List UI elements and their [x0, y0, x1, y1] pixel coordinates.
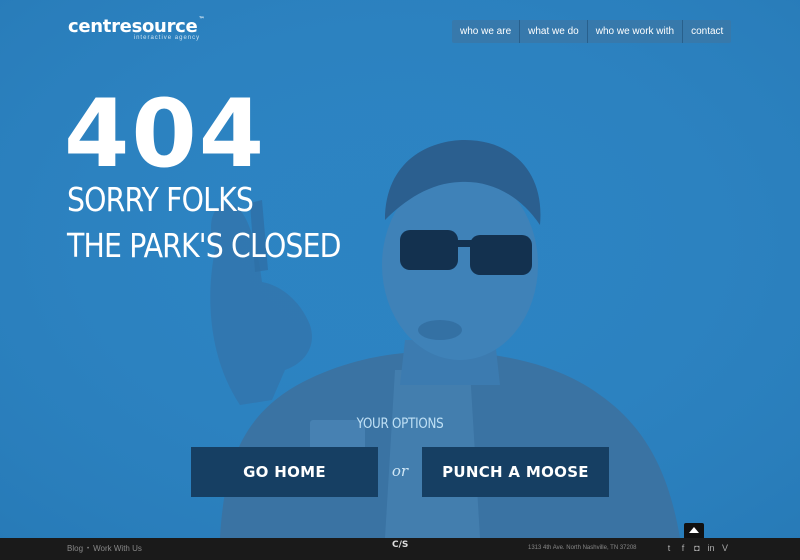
footer-link-work-with-us[interactable]: Work With Us: [93, 544, 142, 553]
error-headline-line2: THE PARK'S CLOSED: [67, 226, 342, 265]
footer-address: 1313 4th Ave. North Nashville, TN 37208: [528, 545, 637, 551]
error-code: 404: [64, 80, 267, 189]
twitter-icon[interactable]: t: [664, 543, 674, 553]
footer-link-blog[interactable]: Blog: [67, 544, 83, 553]
vimeo-icon[interactable]: V: [720, 543, 730, 553]
go-home-button[interactable]: GO HOME: [191, 447, 378, 497]
arrow-up-icon: [689, 527, 699, 533]
facebook-icon[interactable]: f: [678, 543, 688, 553]
nav-item-who-we-work-with[interactable]: who we work with: [588, 20, 684, 43]
or-separator: or: [391, 462, 409, 480]
error-headline-line1: SORRY FOLKS: [67, 180, 254, 219]
footer-links: Blog • Work With Us: [67, 544, 142, 553]
brand-logo[interactable]: centresource™ interactive agency: [68, 16, 204, 41]
social-links: t f ◘ in V: [664, 543, 730, 553]
trademark-symbol: ™: [198, 16, 205, 23]
punch-a-moose-button[interactable]: PUNCH A MOOSE: [422, 447, 609, 497]
nav-item-who-we-are[interactable]: who we are: [452, 20, 521, 43]
nav-item-contact[interactable]: contact: [683, 20, 731, 43]
footer-logo-mark[interactable]: C/S: [392, 541, 408, 550]
main-nav: who we are what we do who we work with c…: [452, 20, 732, 43]
back-to-top-button[interactable]: [684, 523, 704, 538]
nav-item-what-we-do[interactable]: what we do: [520, 20, 588, 43]
instagram-icon[interactable]: ◘: [692, 543, 702, 553]
footer: Blog • Work With Us C/S 1313 4th Ave. No…: [0, 538, 800, 560]
brand-name: centresource™: [68, 16, 205, 37]
options-label: YOUR OPTIONS: [356, 416, 444, 432]
footer-link-separator: •: [87, 545, 90, 552]
linkedin-icon[interactable]: in: [706, 543, 716, 553]
